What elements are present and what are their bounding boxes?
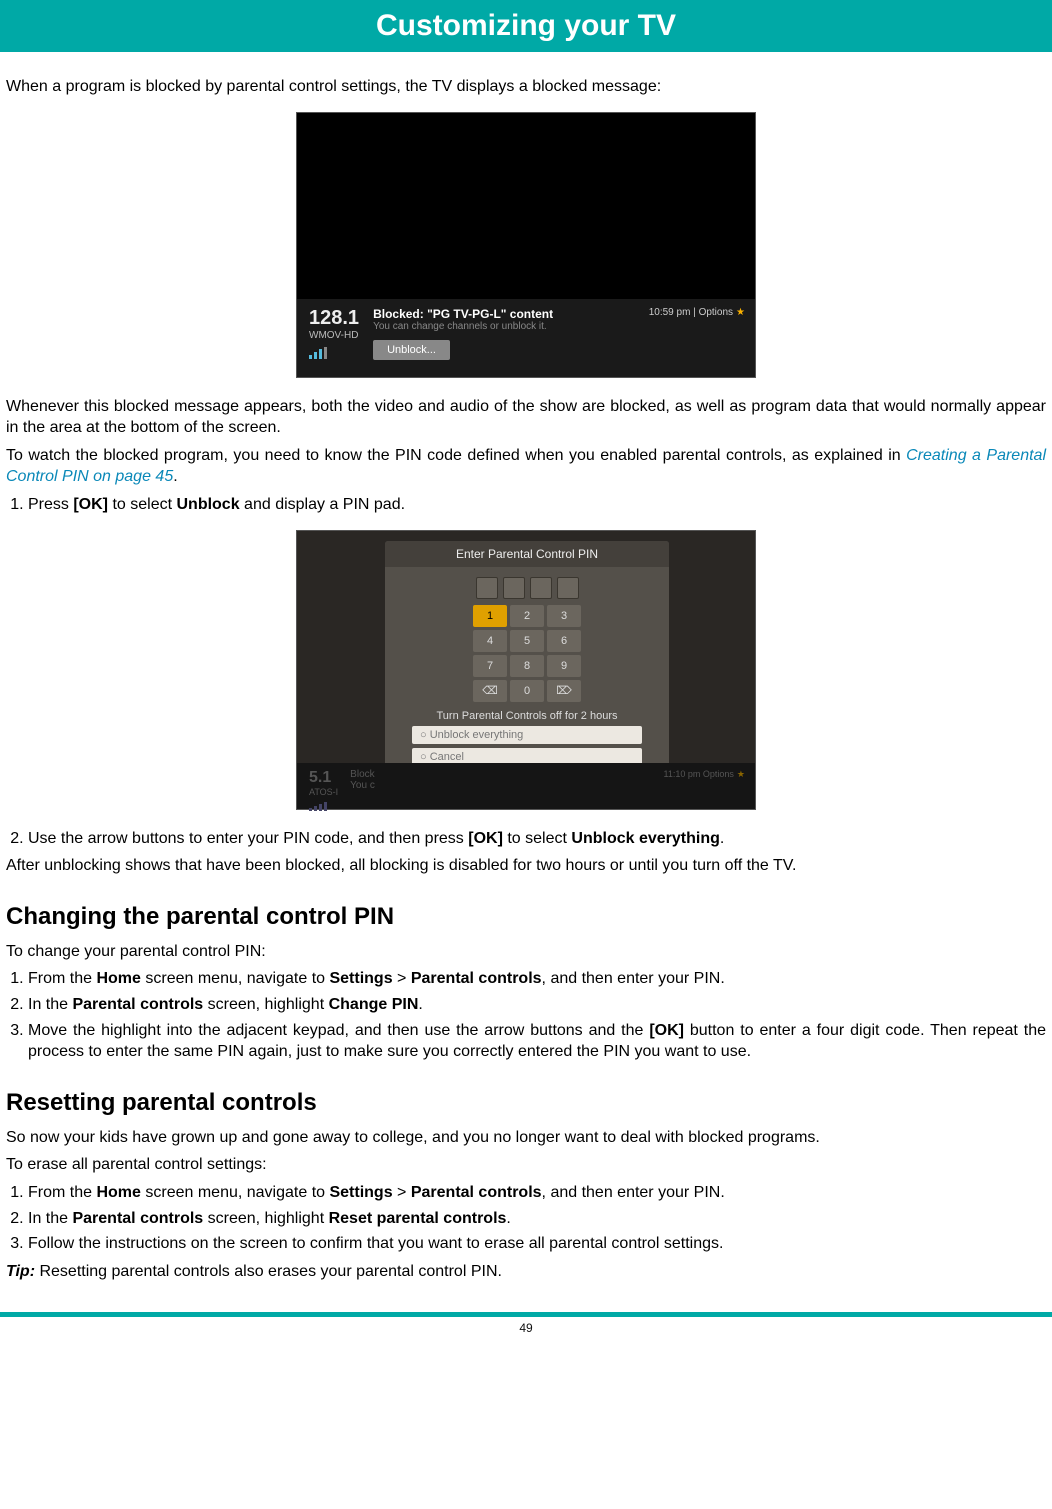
options-star-icon: ★ [736, 307, 745, 318]
heading-resetting: Resetting parental controls [6, 1089, 1046, 1117]
pin-caption: Turn Parental Controls off for 2 hours [437, 710, 618, 722]
key-9[interactable]: 9 [547, 655, 581, 677]
page-banner: Customizing your TV [0, 0, 1052, 52]
key-8[interactable]: 8 [510, 655, 544, 677]
changing-intro: To change your parental control PIN: [6, 941, 1046, 963]
resetting-p2: To erase all parental control settings: [6, 1154, 1046, 1176]
page-number: 49 [0, 1321, 1052, 1335]
footer-bar [0, 1312, 1052, 1317]
tv-screenshot-blocked: 128.1 WMOV-HD Blocked: "PG TV-PG-L" cont… [296, 112, 756, 378]
tv-screenshot-pinpad: Enter Parental Control PIN 1 2 3 4 5 6 7… [296, 530, 756, 810]
resetting-p1: So now your kids have grown up and gone … [6, 1127, 1046, 1149]
clock-options: 10:59 pm | Options★ [649, 307, 745, 318]
clock-options-dim: 11:10 pm Options★ [664, 769, 745, 780]
changing-steps: From the Home screen menu, navigate to S… [6, 968, 1046, 1062]
key-3[interactable]: 3 [547, 605, 581, 627]
channel-number: 5.1 [309, 769, 338, 787]
banner-title: Customizing your TV [376, 9, 676, 42]
changing-step-1: From the Home screen menu, navigate to S… [28, 968, 1046, 990]
resetting-step-3: Follow the instructions on the screen to… [28, 1233, 1046, 1255]
pin-dialog: Enter Parental Control PIN 1 2 3 4 5 6 7… [385, 541, 669, 776]
unblock-button[interactable]: Unblock... [373, 340, 450, 360]
figure-blocked-message: 128.1 WMOV-HD Blocked: "PG TV-PG-L" cont… [6, 112, 1046, 378]
channel-number: 128.1 [309, 307, 359, 330]
changing-step-2: In the Parental controls screen, highlig… [28, 994, 1046, 1016]
blocked-video-area [297, 113, 755, 299]
info-bar-dim: 5.1 ATOS-I Block You c 11:10 pm Options★ [297, 763, 755, 809]
step-2: Use the arrow buttons to enter your PIN … [28, 828, 1046, 850]
signal-icon [309, 347, 359, 359]
tip-label: Tip: [6, 1263, 35, 1280]
heading-changing-pin: Changing the parental control PIN [6, 903, 1046, 931]
figure-pin-pad: Enter Parental Control PIN 1 2 3 4 5 6 7… [6, 530, 1046, 810]
key-2[interactable]: 2 [510, 605, 544, 627]
tip-line: Tip: Resetting parental controls also er… [6, 1261, 1046, 1283]
key-del[interactable]: ⌦ [547, 680, 581, 702]
pin-entry-boxes [476, 577, 579, 599]
key-0[interactable]: 0 [510, 680, 544, 702]
intro-p2: Whenever this blocked message appears, b… [6, 396, 1046, 439]
blocked-title: Blocked: "PG TV-PG-L" content [373, 307, 553, 321]
signal-icon [309, 801, 338, 811]
resetting-step-1: From the Home screen menu, navigate to S… [28, 1182, 1046, 1204]
pin-dialog-title: Enter Parental Control PIN [385, 541, 669, 567]
channel-info: 5.1 ATOS-I [309, 769, 338, 811]
channel-callsign: WMOV-HD [309, 330, 359, 341]
resetting-step-2: In the Parental controls screen, highlig… [28, 1208, 1046, 1230]
after-unblock: After unblocking shows that have been bl… [6, 855, 1046, 877]
key-4[interactable]: 4 [473, 630, 507, 652]
info-bar: 128.1 WMOV-HD Blocked: "PG TV-PG-L" cont… [297, 299, 755, 377]
unblock-steps: Press [OK] to select Unblock and display… [6, 494, 1046, 516]
unblock-steps-cont: Use the arrow buttons to enter your PIN … [6, 828, 1046, 850]
channel-callsign: ATOS-I [309, 787, 338, 797]
key-7[interactable]: 7 [473, 655, 507, 677]
options-star-icon: ★ [737, 769, 745, 779]
key-5[interactable]: 5 [510, 630, 544, 652]
key-6[interactable]: 6 [547, 630, 581, 652]
option-unblock-everything[interactable]: ○ Unblock everything [412, 726, 642, 744]
changing-step-3: Move the highlight into the adjacent key… [28, 1020, 1046, 1063]
blocked-subtitle: You can change channels or unblock it. [373, 321, 553, 332]
key-1[interactable]: 1 [473, 605, 507, 627]
step-1: Press [OK] to select Unblock and display… [28, 494, 1046, 516]
blocked-message: Blocked: "PG TV-PG-L" content You can ch… [373, 307, 553, 360]
intro-p3: To watch the blocked program, you need t… [6, 445, 1046, 488]
pin-backdrop: Enter Parental Control PIN 1 2 3 4 5 6 7… [297, 531, 755, 763]
intro-p1: When a program is blocked by parental co… [6, 76, 1046, 98]
resetting-steps: From the Home screen menu, navigate to S… [6, 1182, 1046, 1255]
key-back[interactable]: ⌫ [473, 680, 507, 702]
clock-text: 10:59 pm | Options [649, 307, 733, 318]
dim-message: Block You c [350, 769, 375, 791]
keypad: 1 2 3 4 5 6 7 8 9 ⌫ 0 ⌦ [473, 605, 581, 702]
channel-info: 128.1 WMOV-HD [309, 307, 359, 359]
